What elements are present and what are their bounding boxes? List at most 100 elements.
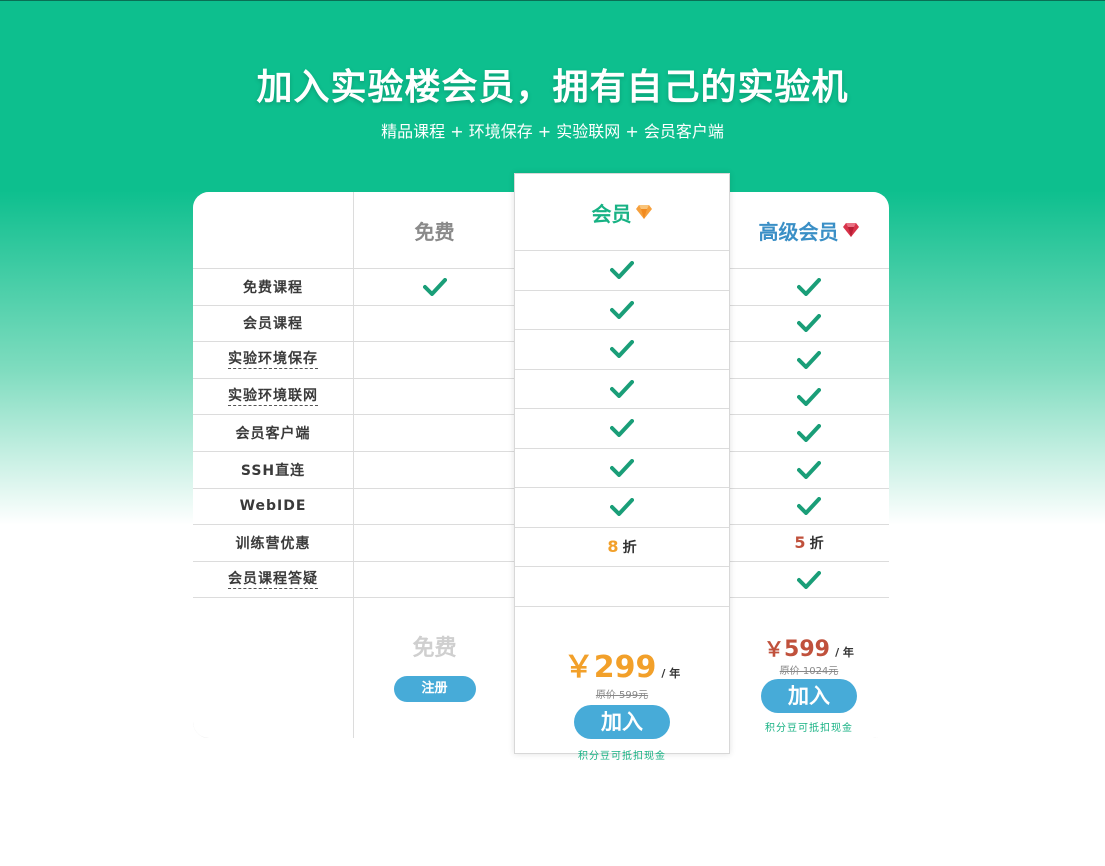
top-border (0, 0, 1105, 1)
premium-plan-cell (729, 452, 889, 489)
register-button[interactable]: 注册 (393, 676, 476, 702)
premium-price: 599 (784, 637, 830, 662)
feature-label: SSH直连 (240, 462, 306, 479)
premium-plan-name: 高级会员 (758, 219, 839, 244)
free-plan-price-area: 免费 注册 (354, 630, 515, 702)
member-price-period: / 年 (661, 667, 681, 680)
features-header (193, 192, 354, 269)
feature-row: WebIDE (193, 488, 354, 526)
check-icon (610, 379, 634, 398)
feature-label: 会员课程 (243, 316, 303, 333)
member-price: 299 (593, 650, 657, 685)
free-plan-header: 免费 (354, 192, 515, 269)
check-icon (610, 340, 634, 359)
free-plan-cell (354, 342, 515, 379)
premium-points-note: 积分豆可抵扣现金 (765, 723, 853, 734)
check-icon (610, 498, 634, 517)
check-icon (610, 419, 634, 438)
feature-row: 免费课程 (193, 269, 354, 306)
feature-label[interactable]: 实验环境联网 (228, 388, 318, 406)
member-discount-value: 8 (607, 536, 619, 556)
orange-diamond-icon (635, 205, 652, 219)
member-plan-price-area: ￥299 / 年 原价 599元 加入 积分豆可抵扣现金 (515, 642, 729, 762)
member-discount: 8折 (607, 537, 636, 557)
member-plan-cell (515, 251, 729, 291)
premium-discount-value: 5 (794, 532, 806, 552)
feature-label: 训练营优惠 (235, 535, 311, 552)
member-plan-cell (515, 291, 729, 330)
member-plan-cell (515, 330, 729, 370)
feature-label: WebIDE (239, 498, 307, 515)
premium-plan-cell (729, 306, 889, 343)
member-plan-cell (515, 409, 729, 449)
premium-plan-price-area: ￥599 / 年 原价 1024元 加入 积分豆可抵扣现金 (729, 633, 889, 734)
red-diamond-icon (842, 223, 859, 237)
premium-plan-cell (729, 415, 889, 452)
hero-subtitle: 精品课程 + 环境保存 + 实验联网 + 会员客户端 (381, 122, 724, 141)
member-plan-column: 会员 ￥299 / 年 原价 599元 加入 积分豆可抵扣现金 8折 (514, 173, 730, 762)
member-original-price: 原价 599元 (595, 690, 649, 701)
member-discount-unit: 折 (622, 539, 637, 556)
check-icon (797, 497, 821, 516)
feature-row: 会员课程 (193, 305, 354, 343)
feature-row: 会员课程答疑 (193, 561, 354, 599)
feature-row: 会员客户端 (193, 415, 354, 452)
feature-row: 训练营优惠 (193, 525, 354, 562)
feature-label: 免费课程 (243, 279, 303, 296)
member-plan-cell (515, 488, 729, 528)
free-plan-cell (354, 269, 515, 306)
premium-currency: ￥ (764, 637, 785, 661)
free-plan-cell (354, 306, 515, 343)
check-icon (797, 387, 821, 406)
hero-title: 加入实验楼会员，拥有自己的实验机 (256, 67, 849, 108)
features-column: 免费课程会员课程实验环境保存 实验环境联网 会员客户端 SSH直连 WebIDE 训练营优… (193, 192, 354, 738)
check-icon (422, 277, 447, 296)
check-icon (797, 570, 821, 589)
premium-plan-cell (729, 342, 889, 379)
premium-price-period: / 年 (835, 646, 854, 659)
member-points-note: 积分豆可抵扣现金 (578, 751, 666, 762)
check-icon (610, 300, 634, 319)
free-plan-cell (354, 379, 515, 416)
free-plan-cell (354, 489, 515, 526)
check-icon (797, 460, 821, 479)
premium-discount-unit: 折 (809, 535, 824, 552)
member-plan-header: 会员 (515, 174, 729, 251)
free-plan-name: 免费 (414, 219, 455, 244)
premium-original-price: 原价 1024元 (779, 666, 839, 677)
check-icon (797, 277, 821, 296)
check-icon (797, 350, 821, 369)
feature-label: 会员客户端 (235, 426, 311, 443)
feature-label[interactable]: 会员课程答疑 (228, 571, 318, 589)
premium-discount: 5折 (794, 533, 823, 553)
premium-join-button[interactable]: 加入 (761, 679, 857, 713)
free-plan-price: 免费 (412, 636, 457, 661)
free-plan-cell (354, 415, 515, 452)
member-currency: ￥ (563, 650, 594, 685)
check-icon (610, 458, 634, 477)
check-icon (797, 314, 821, 333)
premium-plan-cell (729, 269, 889, 306)
premium-plan-cell: 5折 (729, 525, 889, 562)
feature-row: SSH直连 (193, 452, 354, 489)
feature-row: 实验环境联网 (193, 378, 354, 416)
free-plan-cell (354, 562, 515, 599)
premium-plan-column: 高级会员 ￥599 / 年 原价 1024元 加入 积分豆可抵扣现金 5折 (729, 192, 889, 738)
member-plan-cell: 8折 (515, 528, 729, 567)
premium-plan-cell (729, 379, 889, 416)
member-plan-cell (515, 370, 729, 409)
feature-label[interactable]: 实验环境保存 (228, 351, 318, 369)
premium-plan-cell (729, 489, 889, 526)
member-plan-cell (515, 449, 729, 488)
member-plan-cell (515, 567, 729, 607)
free-plan-cell (354, 525, 515, 562)
premium-plan-header: 高级会员 (729, 192, 889, 269)
free-plan-column: 免费 免费 注册 (353, 192, 515, 738)
premium-plan-cell (729, 562, 889, 599)
member-plan-name: 会员 (591, 201, 632, 226)
free-plan-cell (354, 452, 515, 489)
check-icon (610, 261, 634, 280)
feature-row: 实验环境保存 (193, 342, 354, 379)
member-join-button[interactable]: 加入 (574, 705, 670, 739)
check-icon (797, 424, 821, 443)
